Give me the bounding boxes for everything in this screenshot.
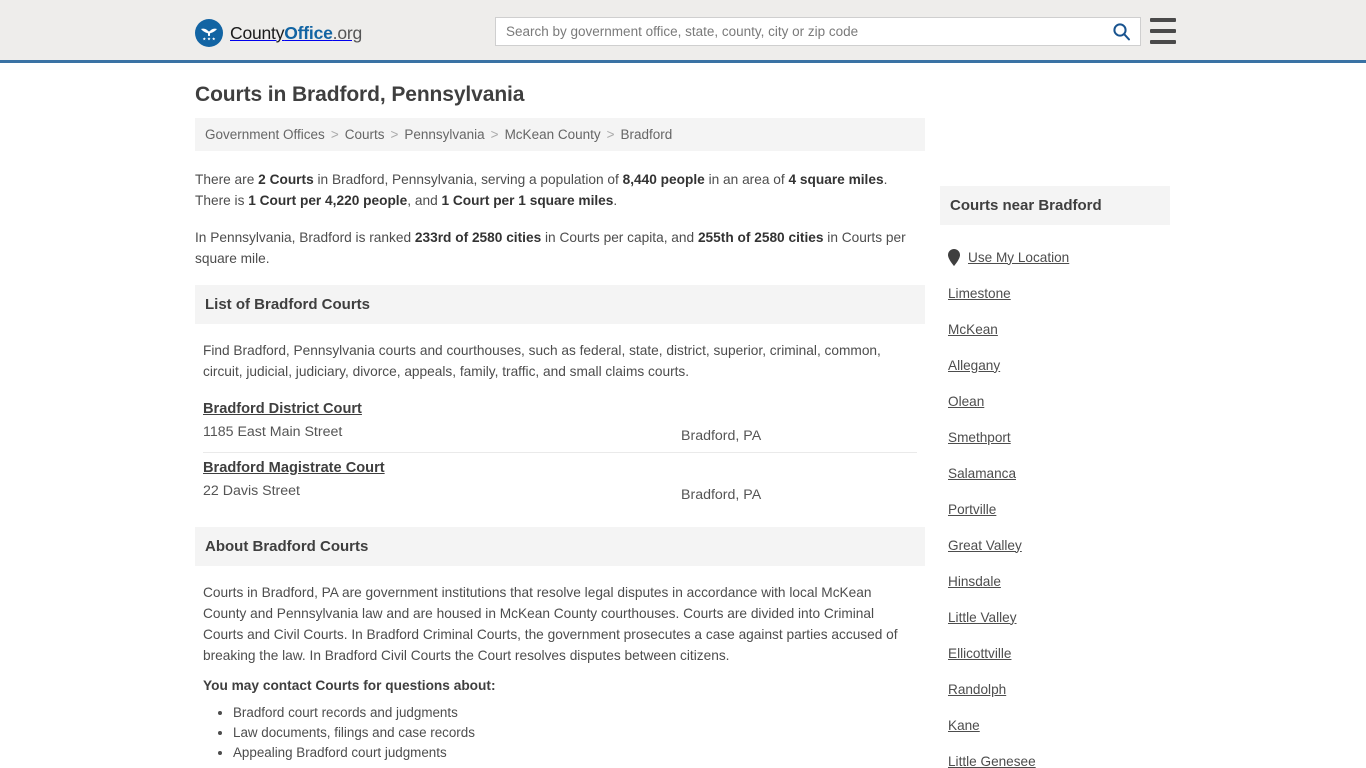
breadcrumb-separator-icon: > <box>390 127 399 142</box>
contact-topics-list: Bradford court records and judgments Law… <box>203 703 917 763</box>
sidebar-city-link[interactable]: Allegany <box>948 358 1000 373</box>
sidebar-links: Use My Location Limestone McKean Allegan… <box>940 225 1170 768</box>
map-pin-icon <box>948 248 960 266</box>
eagle-seal-logo-icon <box>195 19 223 47</box>
statistics-block: There are 2 Courts in Bradford, Pennsylv… <box>195 169 925 269</box>
site-logo-link[interactable]: CountyOffice.org <box>195 19 362 47</box>
breadcrumb-separator-icon: > <box>606 127 615 142</box>
sidebar-city-link[interactable]: Salamanca <box>948 466 1016 481</box>
breadcrumb-item-mckean-county[interactable]: McKean County <box>505 127 601 142</box>
sidebar-item-hinsdale[interactable]: Hinsdale <box>948 563 1162 599</box>
sidebar-item-limestone[interactable]: Limestone <box>948 275 1162 311</box>
search-icon <box>1112 23 1130 41</box>
stats-text: In Pennsylvania, Bradford is ranked <box>195 230 415 245</box>
sidebar-city-link[interactable]: Great Valley <box>948 538 1022 553</box>
breadcrumb-item-bradford[interactable]: Bradford <box>621 127 673 142</box>
site-logo-text: CountyOffice.org <box>230 23 362 44</box>
about-section-body: Courts in Bradford, PA are government in… <box>195 566 925 763</box>
list-section-heading: List of Bradford Courts <box>195 285 925 324</box>
list-item: Law documents, filings and case records <box>233 723 917 743</box>
sidebar-city-link[interactable]: Little Valley <box>948 610 1017 625</box>
sidebar-item-use-my-location[interactable]: Use My Location <box>948 239 1162 275</box>
hamburger-bar-3 <box>1150 40 1176 44</box>
stats-text: There are <box>195 172 259 187</box>
sidebar: Courts near Bradford Use My Location Lim… <box>940 186 1170 768</box>
sidebar-item-little-valley[interactable]: Little Valley <box>948 599 1162 635</box>
sidebar-item-little-genesee[interactable]: Little Genesee <box>948 743 1162 768</box>
main-content: Courts in Bradford, Pennsylvania Governm… <box>195 83 925 763</box>
search-input[interactable] <box>496 18 1102 45</box>
sidebar-item-allegany[interactable]: Allegany <box>948 347 1162 383</box>
stats-text: . <box>613 193 618 208</box>
stats-rank-per-sq-mile: 255th of 2580 cities <box>697 230 824 245</box>
court-name-link[interactable]: Bradford District Court <box>203 401 362 417</box>
sidebar-item-kane[interactable]: Kane <box>948 707 1162 743</box>
sidebar-city-link[interactable]: Kane <box>948 718 980 733</box>
sidebar-item-olean[interactable]: Olean <box>948 383 1162 419</box>
search-button[interactable] <box>1102 18 1140 45</box>
brand-part-county: County <box>230 22 285 43</box>
about-section-heading: About Bradford Courts <box>195 527 925 566</box>
sidebar-city-link[interactable]: Portville <box>948 502 996 517</box>
statistics-paragraph-2: In Pennsylvania, Bradford is ranked 233r… <box>195 227 925 269</box>
stats-text: , and <box>407 193 442 208</box>
list-section-body: Find Bradford, Pennsylvania courts and c… <box>195 324 925 511</box>
breadcrumb-item-government-offices[interactable]: Government Offices <box>205 127 325 142</box>
sidebar-city-link[interactable]: Smethport <box>948 430 1011 445</box>
stats-courts-per-people: 1 Court per 4,220 people <box>248 193 408 208</box>
page-title: Courts in Bradford, Pennsylvania <box>195 83 525 106</box>
sidebar-city-link[interactable]: Randolph <box>948 682 1006 697</box>
hamburger-bar-1 <box>1150 18 1176 22</box>
stats-text: in Courts per capita, and <box>541 230 698 245</box>
court-list-item[interactable]: Bradford Magistrate Court 22 Davis Stree… <box>203 453 917 511</box>
court-list-item[interactable]: Bradford District Court 1185 East Main S… <box>203 394 917 453</box>
list-item: Bradford court records and judgments <box>233 703 917 723</box>
sidebar-city-link[interactable]: McKean <box>948 322 998 337</box>
sidebar-item-portville[interactable]: Portville <box>948 491 1162 527</box>
brand-part-org: .org <box>332 22 363 43</box>
breadcrumb-item-courts[interactable]: Courts <box>345 127 385 142</box>
breadcrumb-separator-icon: > <box>330 127 339 142</box>
stats-courts-per-area: 1 Court per 1 square miles <box>441 193 614 208</box>
court-address: 1185 East Main Street <box>203 424 343 440</box>
stats-text: in an area of <box>704 172 789 187</box>
stats-text: in Bradford, Pennsylvania, serving a pop… <box>313 172 623 187</box>
breadcrumb: Government Offices > Courts > Pennsylvan… <box>195 118 925 151</box>
sidebar-item-great-valley[interactable]: Great Valley <box>948 527 1162 563</box>
hamburger-menu-button[interactable] <box>1150 18 1176 44</box>
stats-rank-per-capita: 233rd of 2580 cities <box>414 230 542 245</box>
sidebar-item-smethport[interactable]: Smethport <box>948 419 1162 455</box>
breadcrumb-item-pennsylvania[interactable]: Pennsylvania <box>404 127 484 142</box>
sidebar-city-link[interactable]: Olean <box>948 394 984 409</box>
court-name-link[interactable]: Bradford Magistrate Court <box>203 460 385 476</box>
sidebar-city-link[interactable]: Hinsdale <box>948 574 1001 589</box>
sidebar-heading: Courts near Bradford <box>940 186 1170 225</box>
about-paragraph: Courts in Bradford, PA are government in… <box>203 585 898 663</box>
stats-area: 4 square miles <box>788 172 884 187</box>
sidebar-item-salamanca[interactable]: Salamanca <box>948 455 1162 491</box>
sidebar-item-mckean[interactable]: McKean <box>948 311 1162 347</box>
brand-part-office: Office <box>284 22 333 43</box>
court-city-state: Bradford, PA <box>681 487 762 503</box>
sidebar-item-ellicottville[interactable]: Ellicottville <box>948 635 1162 671</box>
statistics-paragraph-1: There are 2 Courts in Bradford, Pennsylv… <box>195 169 925 211</box>
sidebar-city-link[interactable]: Little Genesee <box>948 754 1036 768</box>
hamburger-bar-2 <box>1150 29 1176 33</box>
breadcrumb-separator-icon: > <box>490 127 499 142</box>
stats-population: 8,440 people <box>622 172 705 187</box>
contact-lead-text: You may contact Courts for questions abo… <box>203 678 496 693</box>
site-header: CountyOffice.org <box>0 0 1366 63</box>
search-bar[interactable] <box>495 17 1141 46</box>
list-item: Appealing Bradford court judgments <box>233 743 917 763</box>
stats-court-count: 2 Courts <box>258 172 314 187</box>
list-section-intro: Find Bradford, Pennsylvania courts and c… <box>203 343 881 379</box>
use-my-location-link[interactable]: Use My Location <box>968 250 1069 265</box>
sidebar-item-randolph[interactable]: Randolph <box>948 671 1162 707</box>
sidebar-city-link[interactable]: Limestone <box>948 286 1011 301</box>
court-city-state: Bradford, PA <box>681 428 762 444</box>
court-address: 22 Davis Street <box>203 483 300 499</box>
sidebar-city-link[interactable]: Ellicottville <box>948 646 1011 661</box>
